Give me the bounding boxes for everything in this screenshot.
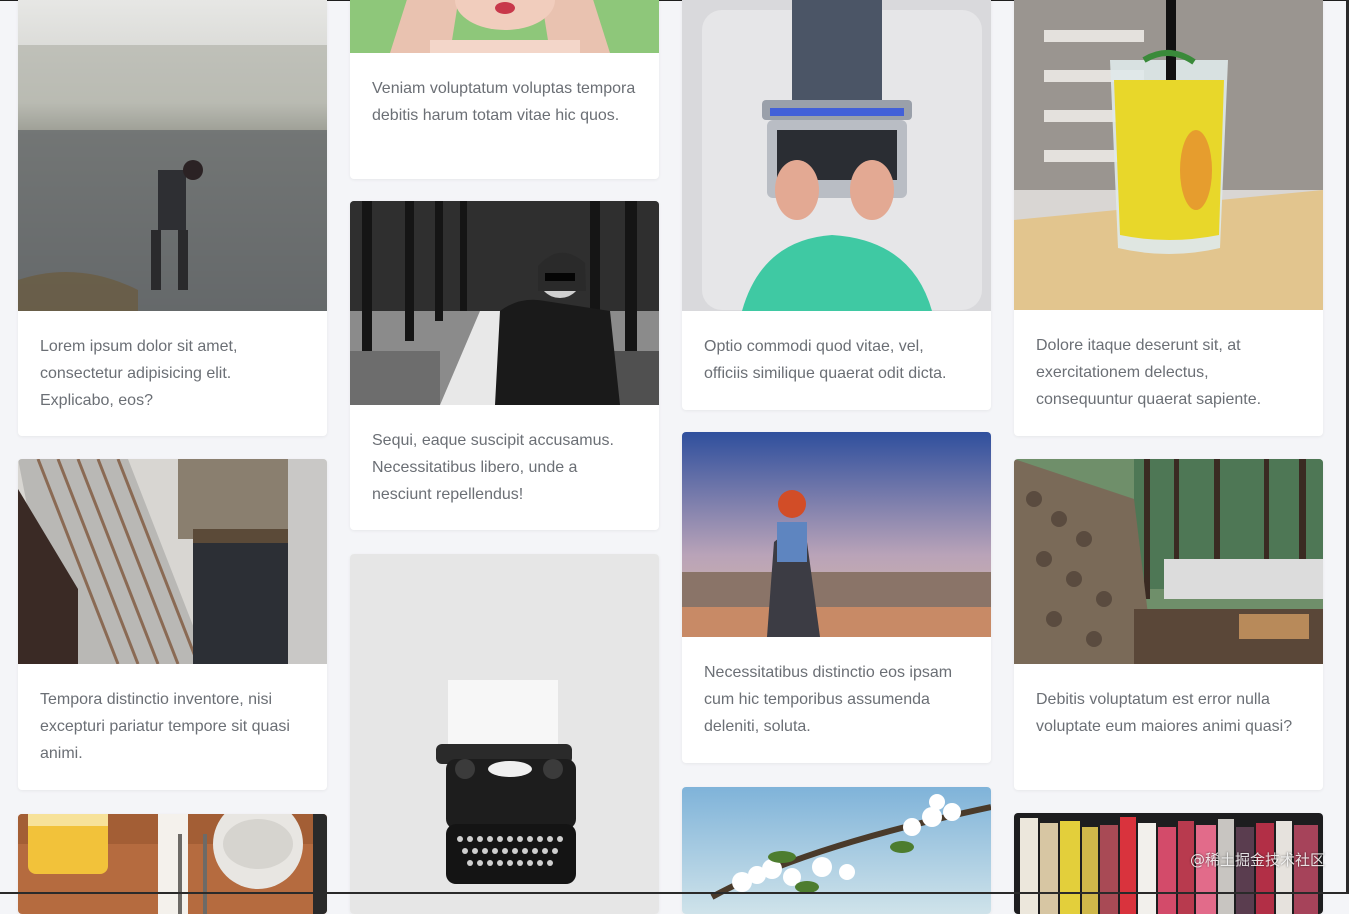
card-caption: Tempora distinctio inventore, nisi excep… — [18, 664, 327, 767]
woman-in-park-photo — [350, 201, 659, 405]
gallery-card[interactable]: Dolore itaque deserunt sit, at exercitat… — [1014, 0, 1323, 436]
card-caption: Necessitatibus distinctio eos ipsam cum … — [682, 637, 991, 740]
gallery-card[interactable]: Debitis voluptatum est error nulla volup… — [1014, 459, 1323, 790]
card-caption: Dolore itaque deserunt sit, at exercitat… — [1014, 310, 1323, 413]
woman-by-lake-photo — [18, 0, 327, 311]
gallery-card[interactable]: Optio commodi quod vitae, vel, officiis … — [682, 0, 991, 410]
typewriter-photo — [350, 554, 659, 914]
gallery-card[interactable]: Veniam voluptatum voluptas tempora debit… — [350, 0, 659, 179]
lemonade-glass-photo — [1014, 0, 1323, 310]
card-caption: Debitis voluptatum est error nulla volup… — [1014, 664, 1323, 740]
woman-portrait-photo — [350, 0, 659, 53]
masonry-gallery: Lorem ipsum dolor sit amet, consectetur … — [0, 0, 1349, 894]
gallery-card[interactable] — [350, 554, 659, 914]
gallery-card[interactable]: Lorem ipsum dolor sit amet, consectetur … — [18, 0, 327, 436]
card-caption: Optio commodi quod vitae, vel, officiis … — [682, 311, 991, 387]
gallery-card[interactable]: Necessitatibus distinctio eos ipsam cum … — [682, 432, 991, 763]
gallery-card[interactable] — [18, 814, 327, 914]
breakfast-table-photo — [18, 814, 327, 914]
blossom-branch-photo — [682, 787, 991, 914]
gallery-card[interactable]: Sequi, eaque suscipit accusamus. Necessi… — [350, 201, 659, 530]
card-caption: Veniam voluptatum voluptas tempora debit… — [350, 53, 659, 129]
watermark-text: @稀土掘金技术社区 — [1190, 849, 1325, 870]
gallery-card[interactable]: Tempora distinctio inventore, nisi excep… — [18, 459, 327, 790]
gallery-card[interactable] — [682, 787, 991, 914]
woodpile-forest-photo — [1014, 459, 1323, 664]
card-caption: Sequi, eaque suscipit accusamus. Necessi… — [350, 405, 659, 508]
carpenter-photo — [18, 459, 327, 664]
laptop-typing-photo — [682, 0, 991, 311]
hiker-viewpoint-photo — [682, 432, 991, 637]
card-caption: Lorem ipsum dolor sit amet, consectetur … — [18, 311, 327, 414]
